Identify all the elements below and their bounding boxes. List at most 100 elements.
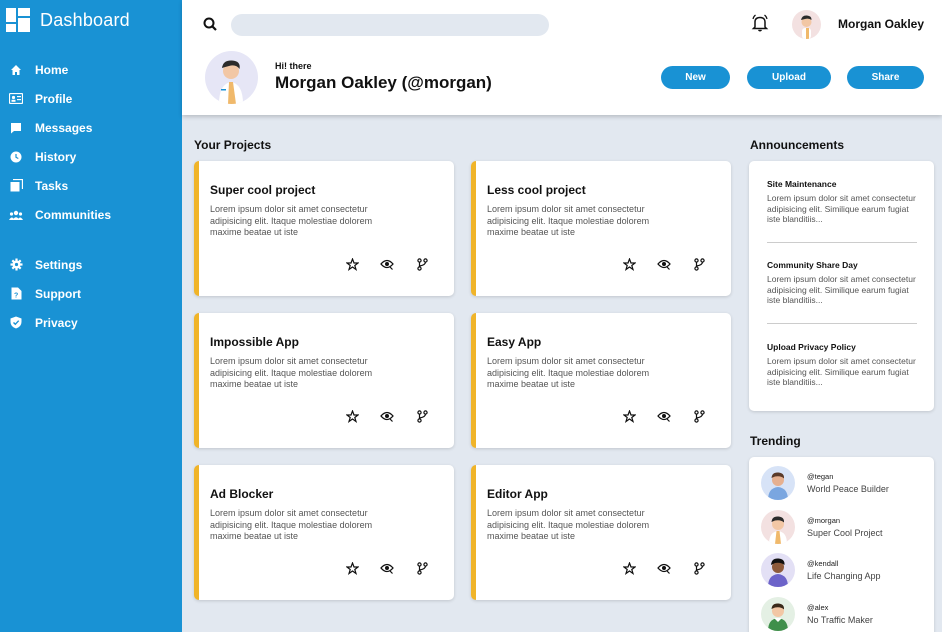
page-title: Morgan Oakley (@morgan) — [275, 73, 492, 92]
star-icon[interactable] — [345, 257, 359, 271]
fork-icon[interactable] — [415, 561, 429, 575]
announcement-item[interactable]: Community Share Day Lorem ipsum dolor si… — [767, 260, 917, 306]
avatar — [761, 553, 795, 587]
project-card[interactable]: Super cool project Lorem ipsum dolor sit … — [194, 161, 454, 296]
watch-icon[interactable] — [657, 409, 671, 423]
trending-project: World Peace Builder — [807, 484, 889, 494]
project-title: Editor App — [487, 487, 548, 501]
avatar — [761, 466, 795, 500]
watch-icon[interactable] — [380, 409, 394, 423]
project-actions — [622, 257, 727, 271]
announcements-panel: Site Maintenance Lorem ipsum dolor sit a… — [749, 161, 934, 411]
trending-handle: @kendall — [807, 559, 839, 568]
svg-text:?: ? — [14, 293, 18, 300]
star-icon[interactable] — [345, 409, 359, 423]
sidebar-item-privacy[interactable]: Privacy — [0, 308, 182, 337]
announcement-title: Upload Privacy Policy — [767, 342, 856, 352]
project-card[interactable]: Easy App Lorem ipsum dolor sit amet conse… — [471, 313, 731, 448]
project-description: Lorem ipsum dolor sit amet consectetur a… — [210, 204, 373, 237]
sidebar: Dashboard Home Profile Messages History — [0, 0, 182, 632]
star-icon[interactable] — [345, 561, 359, 575]
watch-icon[interactable] — [657, 561, 671, 575]
sidebar-item-label: Tasks — [35, 178, 69, 193]
sidebar-item-profile[interactable]: Profile — [0, 84, 182, 113]
trending-item[interactable]: @tegan World Peace Builder — [761, 466, 931, 502]
divider — [767, 323, 917, 324]
project-title: Less cool project — [487, 183, 586, 197]
project-description: Lorem ipsum dolor sit amet consectetur a… — [487, 204, 650, 237]
announcement-item[interactable]: Upload Privacy Policy Lorem ipsum dolor … — [767, 342, 917, 388]
avatar — [761, 510, 795, 544]
search-icon[interactable] — [202, 16, 220, 34]
project-description: Lorem ipsum dolor sit amet consectetur a… — [487, 508, 650, 541]
announcement-text: Lorem ipsum dolor sit amet consectetur a… — [767, 274, 916, 305]
announcements-heading: Announcements — [750, 138, 845, 152]
user-name[interactable]: Morgan Oakley — [838, 17, 924, 31]
trending-item[interactable]: @kendall Life Changing App — [761, 553, 931, 589]
sidebar-item-home[interactable]: Home — [0, 55, 182, 84]
trending-handle: @alex — [807, 603, 829, 612]
new-button[interactable]: New — [661, 66, 730, 89]
project-card[interactable]: Ad Blocker Lorem ipsum dolor sit amet con… — [194, 465, 454, 600]
project-actions — [345, 257, 450, 271]
sidebar-item-tasks[interactable]: Tasks — [0, 171, 182, 200]
sidebar-item-label: Support — [35, 286, 81, 301]
sidebar-item-label: Settings — [35, 257, 83, 272]
star-icon[interactable] — [622, 257, 636, 271]
star-icon[interactable] — [622, 561, 636, 575]
trending-project: Super Cool Project — [807, 528, 883, 538]
brand[interactable]: Dashboard — [6, 8, 130, 32]
announcement-text: Lorem ipsum dolor sit amet consectetur a… — [767, 193, 916, 224]
project-card[interactable]: Editor App Lorem ipsum dolor sit amet con… — [471, 465, 731, 600]
avatar[interactable] — [792, 10, 821, 39]
watch-icon[interactable] — [380, 561, 394, 575]
sidebar-item-label: Home — [35, 62, 69, 77]
sidebar-item-label: Messages — [35, 120, 93, 135]
fork-icon[interactable] — [415, 409, 429, 423]
project-actions — [622, 409, 727, 423]
project-card[interactable]: Impossible App Lorem ipsum dolor sit amet… — [194, 313, 454, 448]
home-icon — [9, 63, 23, 77]
trending-project: No Traffic Maker — [807, 615, 873, 625]
watch-icon[interactable] — [657, 257, 671, 271]
fork-icon[interactable] — [415, 257, 429, 271]
support-icon: ? — [9, 287, 23, 301]
tasks-icon — [9, 179, 23, 193]
fork-icon[interactable] — [692, 561, 706, 575]
project-actions — [622, 561, 727, 575]
project-title: Ad Blocker — [210, 487, 274, 501]
announcement-item[interactable]: Site Maintenance Lorem ipsum dolor sit a… — [767, 179, 917, 225]
star-icon[interactable] — [622, 409, 636, 423]
bell-icon[interactable] — [750, 13, 770, 33]
trending-project: Life Changing App — [807, 571, 881, 581]
fork-icon[interactable] — [692, 257, 706, 271]
avatar — [761, 597, 795, 631]
sidebar-item-communities[interactable]: Communities — [0, 200, 182, 229]
project-card[interactable]: Less cool project Lorem ipsum dolor sit a… — [471, 161, 731, 296]
project-description: Lorem ipsum dolor sit amet consectetur a… — [487, 356, 650, 389]
search-input[interactable] — [231, 14, 549, 36]
sidebar-item-label: Profile — [35, 91, 73, 106]
share-button[interactable]: Share — [847, 66, 924, 89]
fork-icon[interactable] — [692, 409, 706, 423]
project-title: Easy App — [487, 335, 542, 349]
message-icon — [9, 121, 23, 135]
upload-button[interactable]: Upload — [747, 66, 831, 89]
divider — [767, 242, 917, 243]
sidebar-item-messages[interactable]: Messages — [0, 113, 182, 142]
project-actions — [345, 409, 450, 423]
project-actions — [345, 561, 450, 575]
gear-icon — [9, 258, 23, 272]
secondary-nav: Settings ? Support Privacy — [0, 250, 182, 337]
main-nav: Home Profile Messages History Tasks Comm… — [0, 55, 182, 229]
project-title: Impossible App — [210, 335, 299, 349]
trending-item[interactable]: @alex No Traffic Maker — [761, 597, 931, 632]
sidebar-item-settings[interactable]: Settings — [0, 250, 182, 279]
clock-icon — [9, 150, 23, 164]
sidebar-item-support[interactable]: ? Support — [0, 279, 182, 308]
watch-icon[interactable] — [380, 257, 394, 271]
sidebar-item-history[interactable]: History — [0, 142, 182, 171]
trending-item[interactable]: @morgan Super Cool Project — [761, 510, 931, 546]
trending-handle: @morgan — [807, 516, 841, 525]
shield-icon — [9, 316, 23, 330]
